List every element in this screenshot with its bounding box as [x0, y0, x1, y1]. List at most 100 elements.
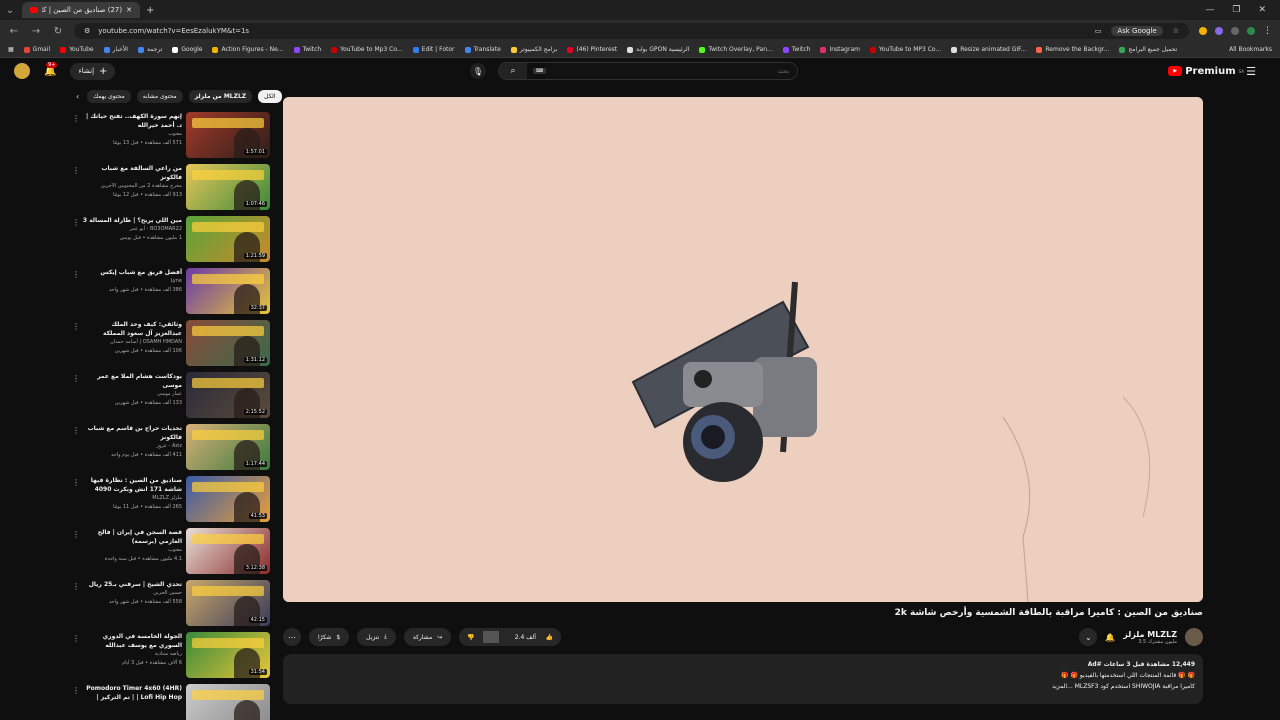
bookmark-item[interactable]: YouTube — [60, 46, 94, 53]
bookmark-item[interactable]: Edit | Fotor — [412, 46, 455, 53]
bookmark-item[interactable]: Instagram — [820, 46, 860, 53]
video-thumbnail[interactable]: 1:57:01 — [186, 112, 270, 158]
item-menu-icon[interactable]: ⋮ — [72, 580, 82, 628]
close-window-icon[interactable]: ✕ — [1258, 5, 1266, 15]
video-thumbnail[interactable]: 1:07:46 — [186, 164, 270, 210]
share-button[interactable]: مشاركة ↪ — [403, 628, 452, 646]
bookmark-item[interactable]: Action Figures - Ne... — [212, 46, 284, 53]
bookmark-item[interactable]: Translate — [464, 46, 501, 53]
search-button[interactable]: ⌕ — [499, 63, 527, 79]
video-thumbnail[interactable]: 1:17:44 — [186, 424, 270, 470]
bookmark-item[interactable]: YouTube to Mp3 Co... — [331, 46, 403, 53]
bookmark-item[interactable]: (46) Pinterest — [567, 46, 617, 53]
recommendation-item[interactable]: ⋮ مين اللي يربح؟ | طارلة المسالة 3 BO3OMAR… — [72, 216, 272, 264]
item-menu-icon[interactable]: ⋮ — [72, 112, 82, 160]
notifications-bell-icon[interactable]: 🔔 9+ — [44, 61, 58, 77]
create-button[interactable]: إنشاء + — [70, 62, 116, 80]
bookmark-item[interactable]: Twitch — [293, 46, 321, 53]
bookmark-item[interactable]: YouTube to MP3 Co... — [869, 46, 941, 53]
all-bookmarks-button[interactable]: All Bookmarks — [1229, 46, 1272, 53]
bookmark-item[interactable]: ترجمة — [137, 46, 162, 53]
bookmark-item[interactable]: Twitch — [782, 46, 810, 53]
bookmark-item[interactable]: Resize animated GIF... — [951, 46, 1026, 53]
video-thumbnail[interactable]: 41:53 — [186, 476, 270, 522]
microphone-icon[interactable]: 🎙 — [470, 63, 486, 79]
item-menu-icon[interactable]: ⋮ — [72, 632, 82, 680]
bookmark-star-icon[interactable]: ☆ — [1173, 27, 1179, 35]
ask-google-button[interactable]: Ask Google — [1111, 26, 1163, 36]
video-thumbnail[interactable]: 32:37 — [186, 268, 270, 314]
thanks-button[interactable]: شكرًا $ — [309, 628, 350, 646]
search-input[interactable] — [546, 63, 797, 79]
extension-icon[interactable] — [1199, 27, 1207, 35]
more-actions-icon[interactable]: ⋯ — [283, 628, 301, 646]
maximize-icon[interactable]: ❐ — [1232, 5, 1240, 15]
channel-avatar[interactable] — [1185, 628, 1203, 646]
channel-name[interactable]: ملزلز MLZLZ — [1123, 630, 1177, 639]
bookmark-item[interactable]: Gmail — [23, 46, 50, 53]
item-menu-icon[interactable]: ⋮ — [72, 372, 82, 420]
recommendation-item[interactable]: ⋮ بودكاست هشام الملا مع عمر موسى عمار موسى… — [72, 372, 272, 420]
url-field[interactable]: ⚙ youtube.com/watch?v=EesEzalukYM&t=1s ▭… — [74, 23, 1189, 39]
forward-icon[interactable]: → — [30, 26, 42, 37]
extension-icon[interactable] — [1215, 27, 1223, 35]
recommendation-item[interactable]: ⋮ إنهم سورة الكهف.. تفتح حياتك | د. أحمد … — [72, 112, 272, 160]
filter-chip[interactable]: الكل — [258, 89, 282, 103]
filter-chip[interactable]: محتوى مشابه — [136, 89, 183, 103]
video-thumbnail[interactable]: 31:54 — [186, 632, 270, 678]
bookmark-item[interactable]: Remove the Backgr... — [1036, 46, 1109, 53]
recommendation-item[interactable]: ⋮ أفضل فريق مع شباب إيكس Lyne 386 ألف مشاهد… — [72, 268, 272, 316]
bell-subscription-icon[interactable]: 🔔 — [1105, 633, 1115, 642]
keyboard-icon[interactable]: ⌨ — [533, 68, 547, 74]
bookmark-item[interactable]: الأخبار — [103, 46, 128, 53]
recommendation-item[interactable]: ⋮ وثائقي: كيف وحد الملك عبدالعزيز آل سعود… — [72, 320, 272, 368]
video-thumbnail[interactable]: 3:12:38 — [186, 528, 270, 574]
like-button[interactable]: 2.4 ألف 👍 — [499, 634, 562, 641]
recommendation-item[interactable]: ⋮ قصة السجن في إيران | فالح العازمي (برسم… — [72, 528, 272, 576]
chevron-left-icon[interactable]: ‹ — [76, 92, 79, 101]
item-menu-icon[interactable]: ⋮ — [72, 424, 82, 472]
browser-tab[interactable]: (27) صناديق من الصين | كا... ✕ — [22, 2, 140, 18]
guide-menu-icon[interactable]: ☰ — [1246, 65, 1256, 78]
back-icon[interactable]: ← — [8, 26, 20, 37]
bookmark-item[interactable]: Twitch Overlay, Pan... — [699, 46, 773, 53]
apps-grid-icon[interactable]: ▦ — [8, 46, 14, 53]
video-thumbnail[interactable] — [186, 684, 270, 720]
filter-chip[interactable]: محتوى يهمك — [87, 89, 131, 103]
recommendation-item[interactable]: ⋮ من راعي السالفة مع شباب فالكونز مخرج مشا… — [72, 164, 272, 212]
account-avatar[interactable] — [14, 63, 30, 79]
bookmark-item[interactable]: Google — [172, 46, 202, 53]
extensions-puzzle-icon[interactable] — [1231, 27, 1239, 35]
tab-close-icon[interactable]: ✕ — [126, 6, 132, 14]
recommendation-item[interactable]: ⋮ صناديق من الصين : نظارة فيها شاشة 171 ا… — [72, 476, 272, 524]
item-menu-icon[interactable]: ⋮ — [72, 476, 82, 524]
recommendation-item[interactable]: ⋮ Pomodoro Timer 4x60 (4HR) | Lofi Hip Ho… — [72, 684, 272, 720]
video-thumbnail[interactable]: 42:15 — [186, 580, 270, 626]
site-info-icon[interactable]: ⚙ — [84, 27, 90, 35]
item-menu-icon[interactable]: ⋮ — [72, 320, 82, 368]
minimize-icon[interactable]: — — [1205, 5, 1214, 15]
cast-icon[interactable]: ▭ — [1095, 27, 1102, 35]
youtube-premium-logo[interactable]: ▶ Premium SA — [1168, 66, 1244, 77]
recommendation-item[interactable]: ⋮ تحدي الشيخ | سرقني بـ25 ريال حسين الحربي… — [72, 580, 272, 628]
item-menu-icon[interactable]: ⋮ — [72, 684, 82, 720]
browser-menu-icon[interactable]: ⋮ — [1263, 26, 1272, 36]
download-button[interactable]: تنزيل ⤓ — [357, 628, 396, 646]
profile-avatar-icon[interactable] — [1247, 27, 1255, 35]
new-tab-icon[interactable]: + — [146, 5, 154, 16]
item-menu-icon[interactable]: ⋮ — [72, 528, 82, 576]
tab-search-icon[interactable]: ⌄ — [4, 5, 16, 16]
video-thumbnail[interactable]: 1:31:12 — [186, 320, 270, 366]
bookmark-item[interactable]: تحميل جميع البرامج — [1119, 46, 1177, 53]
item-menu-icon[interactable]: ⋮ — [72, 216, 82, 264]
recommendation-item[interactable]: ⋮ تحديات حراج بن قاسم مع شباب فالكونز Aziz… — [72, 424, 272, 472]
filter-chip[interactable]: من ملزلز MLZLZ — [188, 89, 253, 103]
dislike-icon[interactable]: 👎 — [459, 634, 482, 641]
video-player[interactable] — [283, 97, 1203, 602]
item-menu-icon[interactable]: ⋮ — [72, 164, 82, 212]
bookmark-item[interactable]: برامج الكمبيوتر — [510, 46, 557, 53]
video-thumbnail[interactable]: 1:21:59 — [186, 216, 270, 262]
video-description[interactable]: 12,449 مشاهدة قبل 3 ساعات #Ad 🎁 🎁 قائمة … — [283, 654, 1203, 704]
recommendation-item[interactable]: ⋮ الجولة الخامسة في الدوري السوري مع يوسف… — [72, 632, 272, 680]
bookmark-item[interactable]: بوابة GPON الرئيسية — [627, 46, 689, 53]
